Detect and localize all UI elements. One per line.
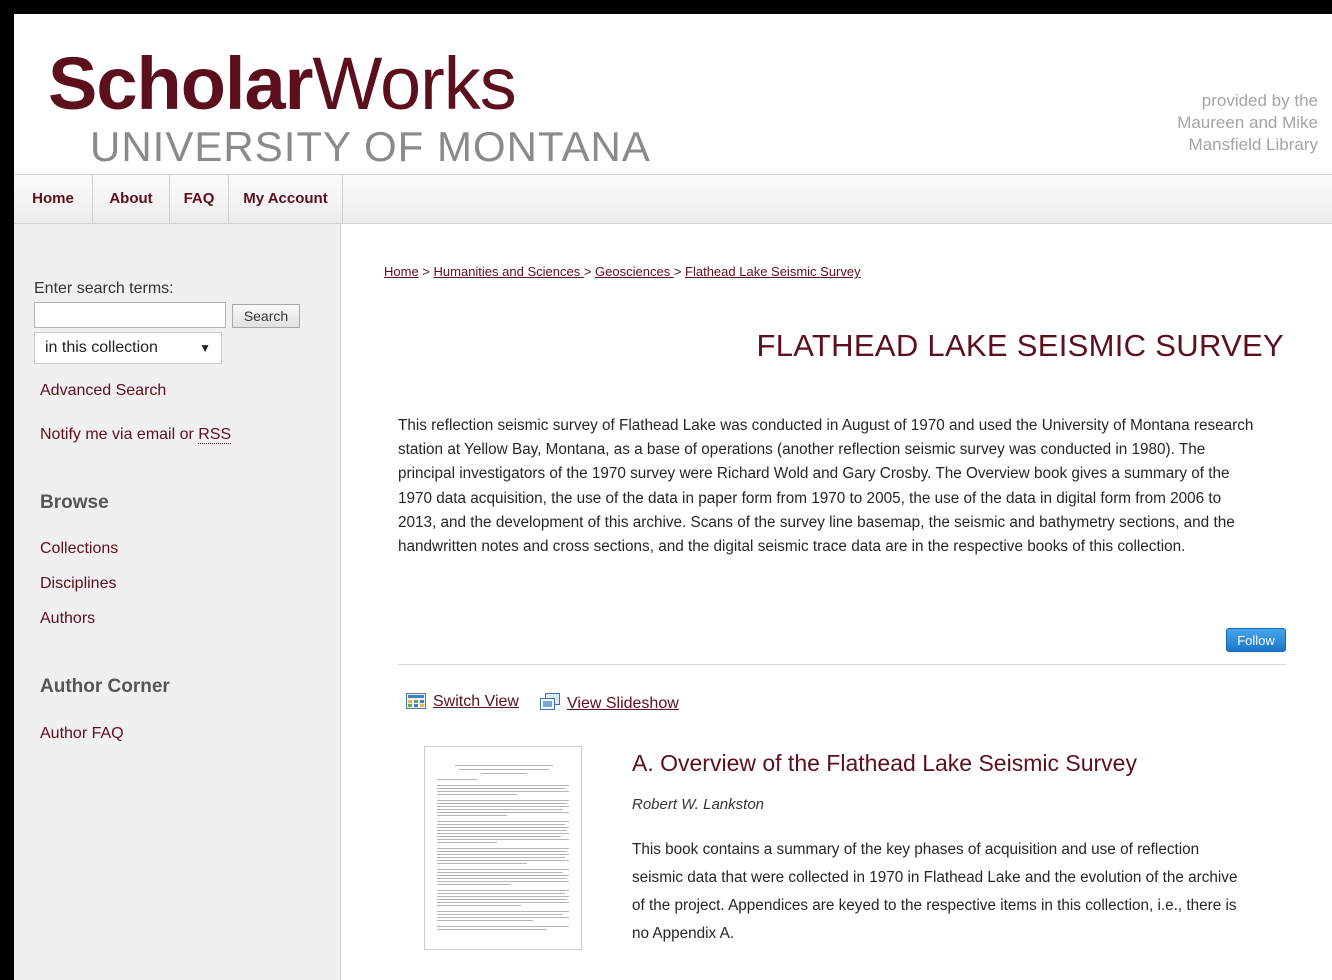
masthead: ScholarWorks UNIVERSITY OF MONTANA provi…	[14, 14, 1332, 174]
item-description: This book contains a summary of the key …	[632, 841, 1238, 942]
search-label: Enter search terms:	[34, 280, 174, 297]
search-scope-select[interactable]: in this collection ▼	[34, 332, 222, 364]
breadcrumb-separator: >	[418, 264, 434, 279]
slideshow-icon	[540, 693, 560, 716]
follow-button[interactable]: Follow	[1226, 628, 1286, 652]
breadcrumb: Home > Humanities and Sciences > Geoscie…	[384, 264, 861, 279]
item-author: Robert W. Lankston	[632, 796, 765, 813]
search-button[interactable]: Search	[232, 304, 300, 328]
notify-me: Notify me via email or RSS	[40, 426, 232, 444]
search-scope-value: in this collection	[45, 339, 158, 356]
breadcrumb-separator: >	[673, 264, 686, 279]
logo-works: Works	[312, 42, 516, 125]
library-credit-line: Maureen and Mike	[1177, 113, 1318, 132]
breadcrumb-geosciences[interactable]: Geosciences	[595, 264, 674, 279]
switch-view-link[interactable]: Switch View	[406, 693, 519, 714]
browse-disciplines-link[interactable]: Disciplines	[40, 575, 116, 593]
item-thumbnail[interactable]	[424, 746, 582, 950]
breadcrumb-home[interactable]: Home	[384, 264, 419, 279]
nav-faq[interactable]: FAQ	[170, 175, 229, 223]
view-slideshow-link[interactable]: View Slideshow	[540, 693, 679, 716]
site-logo[interactable]: ScholarWorks	[48, 42, 517, 125]
item-title-link[interactable]: A. Overview of the Flathead Lake Seismic…	[632, 750, 1137, 777]
search-input[interactable]	[34, 302, 226, 328]
page: ScholarWorks UNIVERSITY OF MONTANA provi…	[14, 14, 1332, 980]
library-credit-line: Mansfield Library	[1188, 135, 1318, 154]
logo-university: UNIVERSITY OF MONTANA	[90, 123, 651, 170]
notify-email-link[interactable]: Notify me via email or	[40, 426, 198, 443]
main-nav: Home About FAQ My Account	[14, 174, 1332, 224]
breadcrumb-humanities[interactable]: Humanities and Sciences	[434, 264, 584, 279]
author-corner-heading: Author Corner	[40, 676, 170, 697]
advanced-search-link[interactable]: Advanced Search	[40, 382, 166, 400]
nav-my-account[interactable]: My Account	[229, 175, 343, 223]
sidebar: Enter search terms: Search in this colle…	[14, 224, 341, 980]
library-credit-line: provided by the	[1201, 91, 1318, 110]
author-faq-link[interactable]: Author FAQ	[40, 725, 124, 743]
collection-description: This reflection seismic survey of Flathe…	[398, 417, 1254, 556]
browse-collections-link[interactable]: Collections	[40, 540, 118, 558]
nav-about[interactable]: About	[93, 175, 170, 223]
switch-view-label: Switch View	[433, 693, 519, 710]
browse-heading: Browse	[40, 492, 109, 513]
library-credit[interactable]: provided by the Maureen and Mike Mansfie…	[1118, 90, 1318, 156]
view-slideshow-label: View Slideshow	[567, 695, 679, 712]
rss-link[interactable]: RSS	[198, 426, 232, 444]
caret-down-icon: ▼	[199, 341, 211, 355]
page-title: FLATHEAD LAKE SEISMIC SURVEY	[756, 328, 1284, 363]
logo-scholar: Scholar	[48, 42, 313, 125]
grid-icon	[406, 693, 426, 714]
divider	[398, 664, 1286, 665]
breadcrumb-separator: >	[583, 264, 596, 279]
breadcrumb-flathead[interactable]: Flathead Lake Seismic Survey	[685, 264, 861, 279]
nav-home[interactable]: Home	[14, 175, 93, 223]
browse-authors-link[interactable]: Authors	[40, 610, 95, 628]
